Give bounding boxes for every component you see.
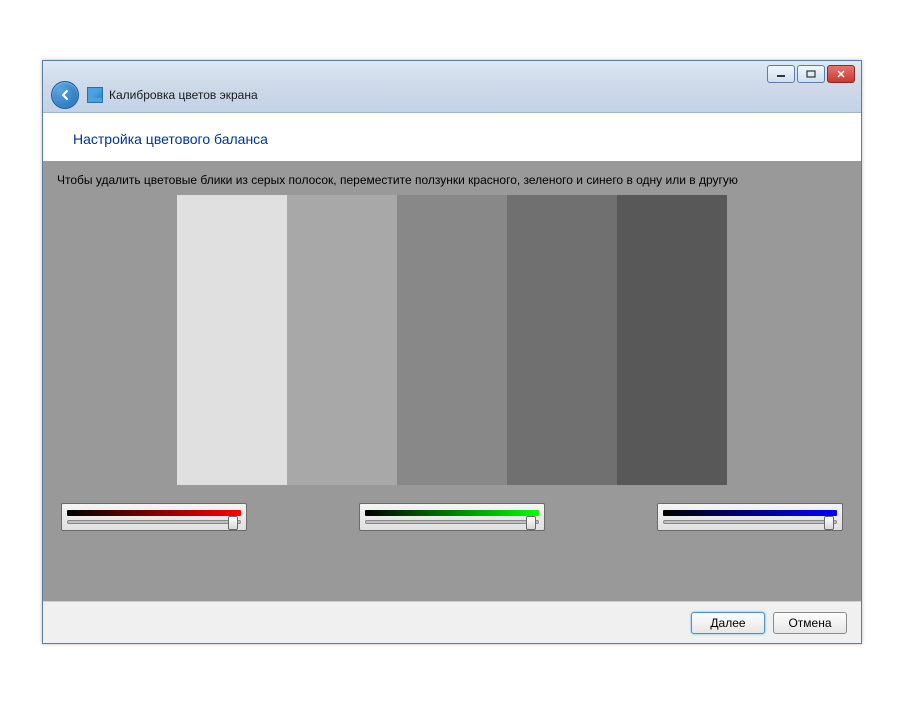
content-area: Настройка цветового баланса Чтобы удалит… — [43, 113, 861, 643]
blue-track — [663, 520, 837, 524]
gray-bar-1 — [177, 195, 287, 485]
red-gradient — [67, 510, 241, 516]
window-title: Калибровка цветов экрана — [109, 88, 258, 102]
red-track — [67, 520, 241, 524]
gray-bar-5 — [617, 195, 727, 485]
gray-bar-2 — [287, 195, 397, 485]
gray-bar-4 — [507, 195, 617, 485]
calibration-area: Чтобы удалить цветовые блики из серых по… — [43, 161, 861, 601]
gray-bars — [177, 195, 727, 485]
instruction-text: Чтобы удалить цветовые блики из серых по… — [57, 173, 847, 187]
titlebar: Калибровка цветов экрана — [43, 61, 861, 113]
window-controls — [767, 65, 855, 83]
maximize-button[interactable] — [797, 65, 825, 83]
gray-bar-3 — [397, 195, 507, 485]
green-track — [365, 520, 539, 524]
back-button[interactable] — [51, 81, 79, 109]
cancel-button[interactable]: Отмена — [773, 612, 847, 634]
blue-slider[interactable] — [657, 503, 843, 531]
green-slider[interactable] — [359, 503, 545, 531]
footer: Далее Отмена — [43, 601, 861, 643]
page-heading: Настройка цветового баланса — [43, 113, 861, 161]
green-gradient — [365, 510, 539, 516]
next-button[interactable]: Далее — [691, 612, 765, 634]
green-thumb[interactable] — [526, 516, 536, 530]
red-thumb[interactable] — [228, 516, 238, 530]
wizard-window: Калибровка цветов экрана Настройка цвето… — [42, 60, 862, 644]
red-slider[interactable] — [61, 503, 247, 531]
sliders-row — [57, 485, 847, 531]
minimize-button[interactable] — [767, 65, 795, 83]
app-icon — [87, 87, 103, 103]
blue-thumb[interactable] — [824, 516, 834, 530]
blue-gradient — [663, 510, 837, 516]
close-button[interactable] — [827, 65, 855, 83]
